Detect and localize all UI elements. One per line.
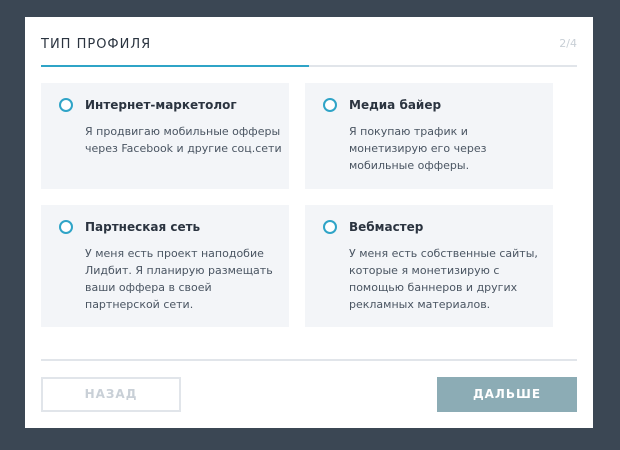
profile-type-modal: ТИП ПРОФИЛЯ 2/4 Интернет-маркетолог Я пр…	[25, 17, 593, 428]
page-title: ТИП ПРОФИЛЯ	[41, 37, 152, 52]
option-description: У меня есть проект наподобие Лидбит. Я п…	[85, 247, 273, 311]
back-button[interactable]: НАЗАД	[41, 377, 181, 412]
option-card-media-buyer[interactable]: Медиа байер Я покупаю трафик и монетизир…	[305, 83, 553, 189]
option-card-internet-marketer[interactable]: Интернет-маркетолог Я продвигаю мобильны…	[41, 83, 289, 189]
option-description: У меня есть собственные сайты, которые я…	[349, 247, 538, 311]
option-card-partner-network[interactable]: Партнеская сеть У меня есть проект напод…	[41, 205, 289, 327]
radio-button[interactable]	[59, 98, 73, 112]
footer-divider	[41, 359, 577, 361]
next-button[interactable]: ДАЛЬШЕ	[437, 377, 577, 412]
option-title: Партнеская сеть	[85, 220, 201, 234]
radio-button[interactable]	[59, 220, 73, 234]
option-title: Вебмастер	[349, 220, 424, 234]
option-card-webmaster[interactable]: Вебмастер У меня есть собственные сайты,…	[305, 205, 553, 327]
radio-button[interactable]	[323, 220, 337, 234]
progress-bar-fill	[41, 65, 309, 67]
progress-bar	[41, 65, 577, 67]
option-description: Я продвигаю мобильные офферы через Faceb…	[85, 125, 282, 155]
option-description: Я покупаю трафик и монетизирую его через…	[349, 125, 487, 172]
step-indicator: 2/4	[559, 37, 577, 50]
option-title: Медиа байер	[349, 98, 442, 112]
radio-button[interactable]	[323, 98, 337, 112]
option-title: Интернет-маркетолог	[85, 98, 237, 112]
modal-header: ТИП ПРОФИЛЯ 2/4	[41, 37, 577, 67]
